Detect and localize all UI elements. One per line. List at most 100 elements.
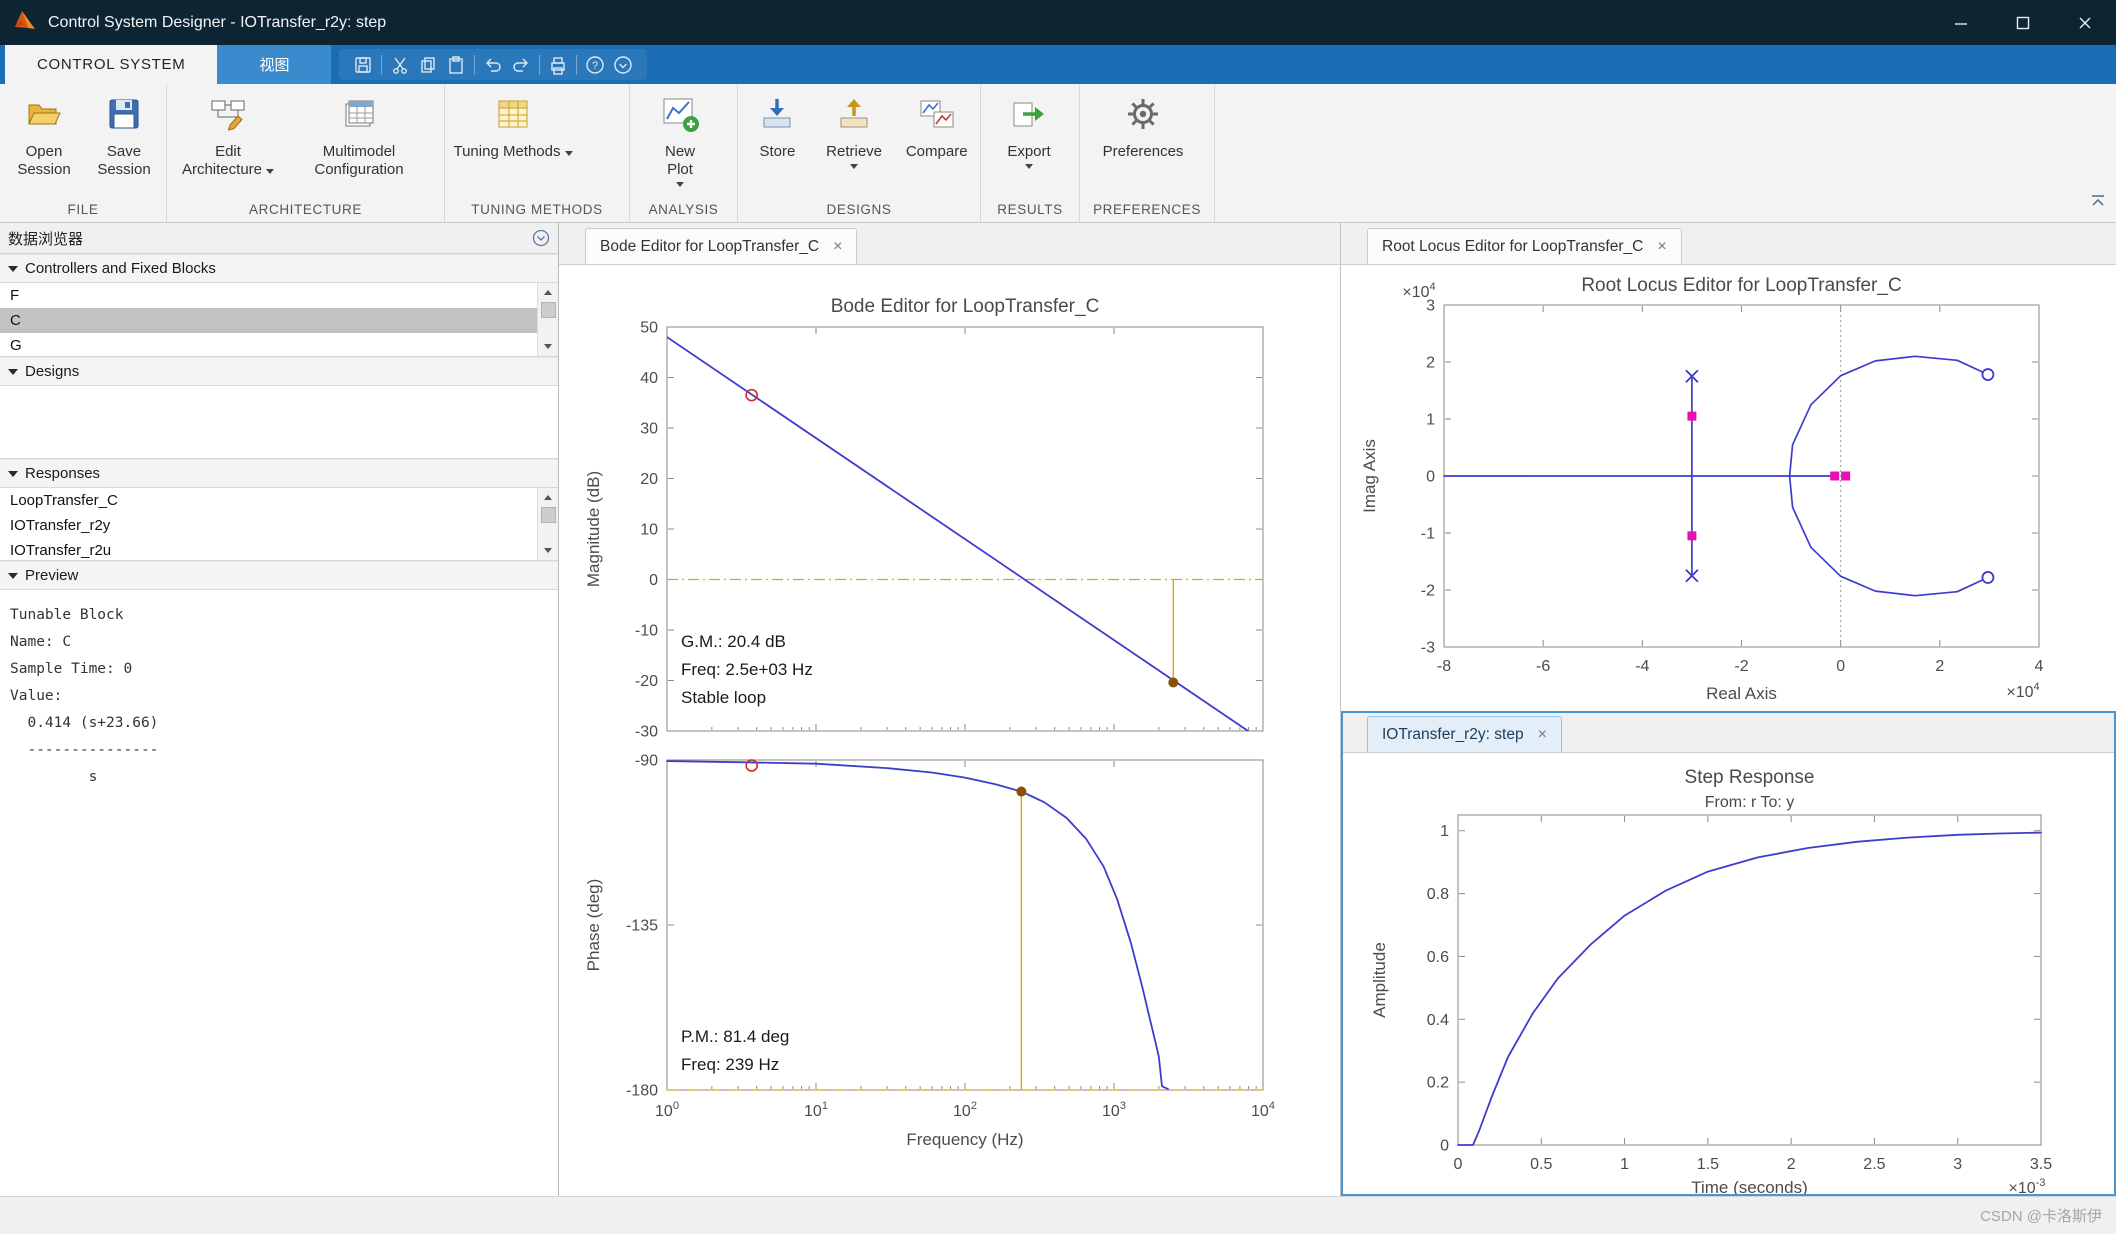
dropdown-caret-icon bbox=[1025, 164, 1033, 169]
svg-text:1.5: 1.5 bbox=[1697, 1156, 1719, 1173]
toolbar-separator bbox=[474, 55, 475, 75]
redo-icon bbox=[510, 54, 532, 76]
ribbon-tab-bar: CONTROL SYSTEM 视图 ? bbox=[0, 45, 2116, 84]
minimize-button[interactable] bbox=[1930, 0, 1992, 45]
ribbon-group-label: DESIGNS bbox=[738, 202, 980, 217]
preview-text: Tunable Block Name: C Sample Time: 0 Val… bbox=[0, 590, 558, 791]
tuning-methods-button[interactable]: Tuning Methods bbox=[453, 91, 573, 161]
svg-text:-3: -3 bbox=[1421, 640, 1435, 657]
bode-plot-canvas[interactable]: Bode Editor for LoopTransfer_C5040302010… bbox=[559, 265, 1340, 1195]
tab-control-system[interactable]: CONTROL SYSTEM bbox=[5, 45, 217, 84]
close-icon bbox=[2078, 16, 2092, 30]
undo-button[interactable] bbox=[479, 51, 507, 79]
retrieve-button[interactable]: Retrieve bbox=[817, 91, 892, 169]
section-collapse-icon bbox=[8, 573, 18, 579]
store-icon bbox=[757, 94, 797, 139]
compare-button[interactable]: Compare bbox=[899, 91, 974, 161]
ribbon-group-label: ARCHITECTURE bbox=[167, 202, 444, 217]
open-session-button[interactable]: Open Session bbox=[8, 91, 80, 179]
collapse-ribbon-button[interactable] bbox=[2088, 192, 2108, 215]
edit-architecture-button[interactable]: Edit Architecture bbox=[175, 91, 281, 179]
svg-text:30: 30 bbox=[640, 421, 658, 438]
scrollbar-thumb[interactable] bbox=[541, 507, 556, 523]
tab-root-locus[interactable]: Root Locus Editor for LoopTransfer_C × bbox=[1367, 228, 1682, 264]
quick-save-button[interactable] bbox=[349, 51, 377, 79]
svg-text:Bode Editor for LoopTransfer_C: Bode Editor for LoopTransfer_C bbox=[831, 296, 1100, 317]
section-collapse-icon bbox=[8, 266, 18, 272]
redo-button[interactable] bbox=[507, 51, 535, 79]
button-label: Compare bbox=[906, 143, 968, 160]
panel-menu-icon bbox=[532, 229, 550, 247]
scroll-up-icon[interactable] bbox=[538, 488, 559, 507]
svg-text:Time (seconds): Time (seconds) bbox=[1691, 1178, 1808, 1196]
ribbon-group-architecture: Edit Architecture Multimodel Configurati… bbox=[167, 84, 445, 222]
section-label: Responses bbox=[25, 465, 100, 482]
document-tab-strip: Bode Editor for LoopTransfer_C × bbox=[559, 223, 1340, 265]
ribbon-group-analysis: New Plot ANALYSIS bbox=[630, 84, 738, 222]
section-header-responses[interactable]: Responses bbox=[0, 459, 558, 488]
save-session-button[interactable]: Save Session bbox=[88, 91, 160, 179]
svg-text:Freq: 2.5e+03 Hz: Freq: 2.5e+03 Hz bbox=[681, 660, 813, 679]
list-item-selected[interactable]: C bbox=[0, 308, 537, 333]
paste-button[interactable] bbox=[442, 51, 470, 79]
preferences-button[interactable]: Preferences bbox=[1088, 91, 1198, 161]
button-label: Multimodel Configuration bbox=[314, 143, 403, 178]
dropdown-caret-icon bbox=[850, 164, 858, 169]
step-response-canvas[interactable]: Step ResponseFrom: r To: y00.511.522.533… bbox=[1341, 753, 2116, 1196]
scroll-up-icon[interactable] bbox=[538, 283, 559, 302]
section-header-controllers[interactable]: Controllers and Fixed Blocks bbox=[0, 254, 558, 283]
export-button[interactable]: Export bbox=[989, 91, 1069, 169]
help-button[interactable]: ? bbox=[581, 51, 609, 79]
root-locus-canvas[interactable]: Root Locus Editor for LoopTransfer_C-8-6… bbox=[1341, 265, 2116, 711]
tab-close-icon[interactable]: × bbox=[833, 238, 842, 256]
new-plot-button[interactable]: New Plot bbox=[638, 91, 722, 187]
print-button[interactable] bbox=[544, 51, 572, 79]
tab-step-response[interactable]: IOTransfer_r2y: step × bbox=[1367, 716, 1562, 752]
svg-text:3: 3 bbox=[1953, 1156, 1962, 1173]
quick-access-toolbar: ? bbox=[339, 49, 647, 80]
cut-button[interactable] bbox=[386, 51, 414, 79]
copy-button[interactable] bbox=[414, 51, 442, 79]
list-item[interactable]: IOTransfer_r2y bbox=[0, 513, 537, 538]
scroll-down-icon[interactable] bbox=[538, 337, 559, 356]
scrollbar[interactable] bbox=[537, 283, 558, 356]
ribbon-group-tuning-methods: Tuning Methods TUNING METHODS bbox=[445, 84, 630, 222]
list-item[interactable]: G bbox=[0, 333, 537, 357]
qat-menu-button[interactable] bbox=[609, 51, 637, 79]
tab-bode-editor[interactable]: Bode Editor for LoopTransfer_C × bbox=[585, 228, 857, 264]
maximize-icon bbox=[2016, 16, 2030, 30]
tab-close-icon[interactable]: × bbox=[1657, 238, 1666, 256]
ribbon-group-preferences: Preferences PREFERENCES bbox=[1080, 84, 1215, 222]
maximize-button[interactable] bbox=[1992, 0, 2054, 45]
retrieve-icon bbox=[834, 94, 874, 139]
section-label: Controllers and Fixed Blocks bbox=[25, 260, 216, 277]
svg-text:104: 104 bbox=[1251, 1100, 1275, 1120]
svg-text:Stable loop: Stable loop bbox=[681, 688, 766, 707]
store-button[interactable]: Store bbox=[746, 91, 809, 161]
ribbon-group-label: ANALYSIS bbox=[630, 202, 737, 217]
close-button[interactable] bbox=[2054, 0, 2116, 45]
tab-view[interactable]: 视图 bbox=[217, 45, 331, 84]
svg-text:1: 1 bbox=[1620, 1156, 1629, 1173]
svg-text:0: 0 bbox=[1454, 1156, 1463, 1173]
tab-close-icon[interactable]: × bbox=[1538, 726, 1547, 744]
scrollbar-thumb[interactable] bbox=[541, 302, 556, 318]
svg-text:0.6: 0.6 bbox=[1427, 949, 1449, 966]
list-item[interactable]: F bbox=[0, 283, 537, 308]
button-label: Open Session bbox=[17, 143, 70, 178]
list-item[interactable]: IOTransfer_r2u bbox=[0, 538, 537, 561]
preferences-gear-icon bbox=[1123, 94, 1163, 139]
svg-text:Root Locus Editor for LoopTran: Root Locus Editor for LoopTransfer_C bbox=[1581, 275, 1901, 296]
scroll-down-icon[interactable] bbox=[538, 541, 559, 560]
designs-list[interactable] bbox=[0, 386, 558, 459]
list-item[interactable]: LoopTransfer_C bbox=[0, 488, 537, 513]
section-header-preview[interactable]: Preview bbox=[0, 561, 558, 590]
section-header-designs[interactable]: Designs bbox=[0, 357, 558, 386]
minimize-icon bbox=[1954, 16, 1968, 30]
ribbon-group-designs: Store Retrieve Compare DESIGNS bbox=[738, 84, 981, 222]
panel-menu-button[interactable] bbox=[532, 229, 550, 247]
svg-text:1: 1 bbox=[1426, 412, 1435, 429]
scrollbar[interactable] bbox=[537, 488, 558, 560]
svg-text:2: 2 bbox=[1935, 658, 1944, 675]
multimodel-configuration-button[interactable]: Multimodel Configuration bbox=[289, 91, 429, 179]
